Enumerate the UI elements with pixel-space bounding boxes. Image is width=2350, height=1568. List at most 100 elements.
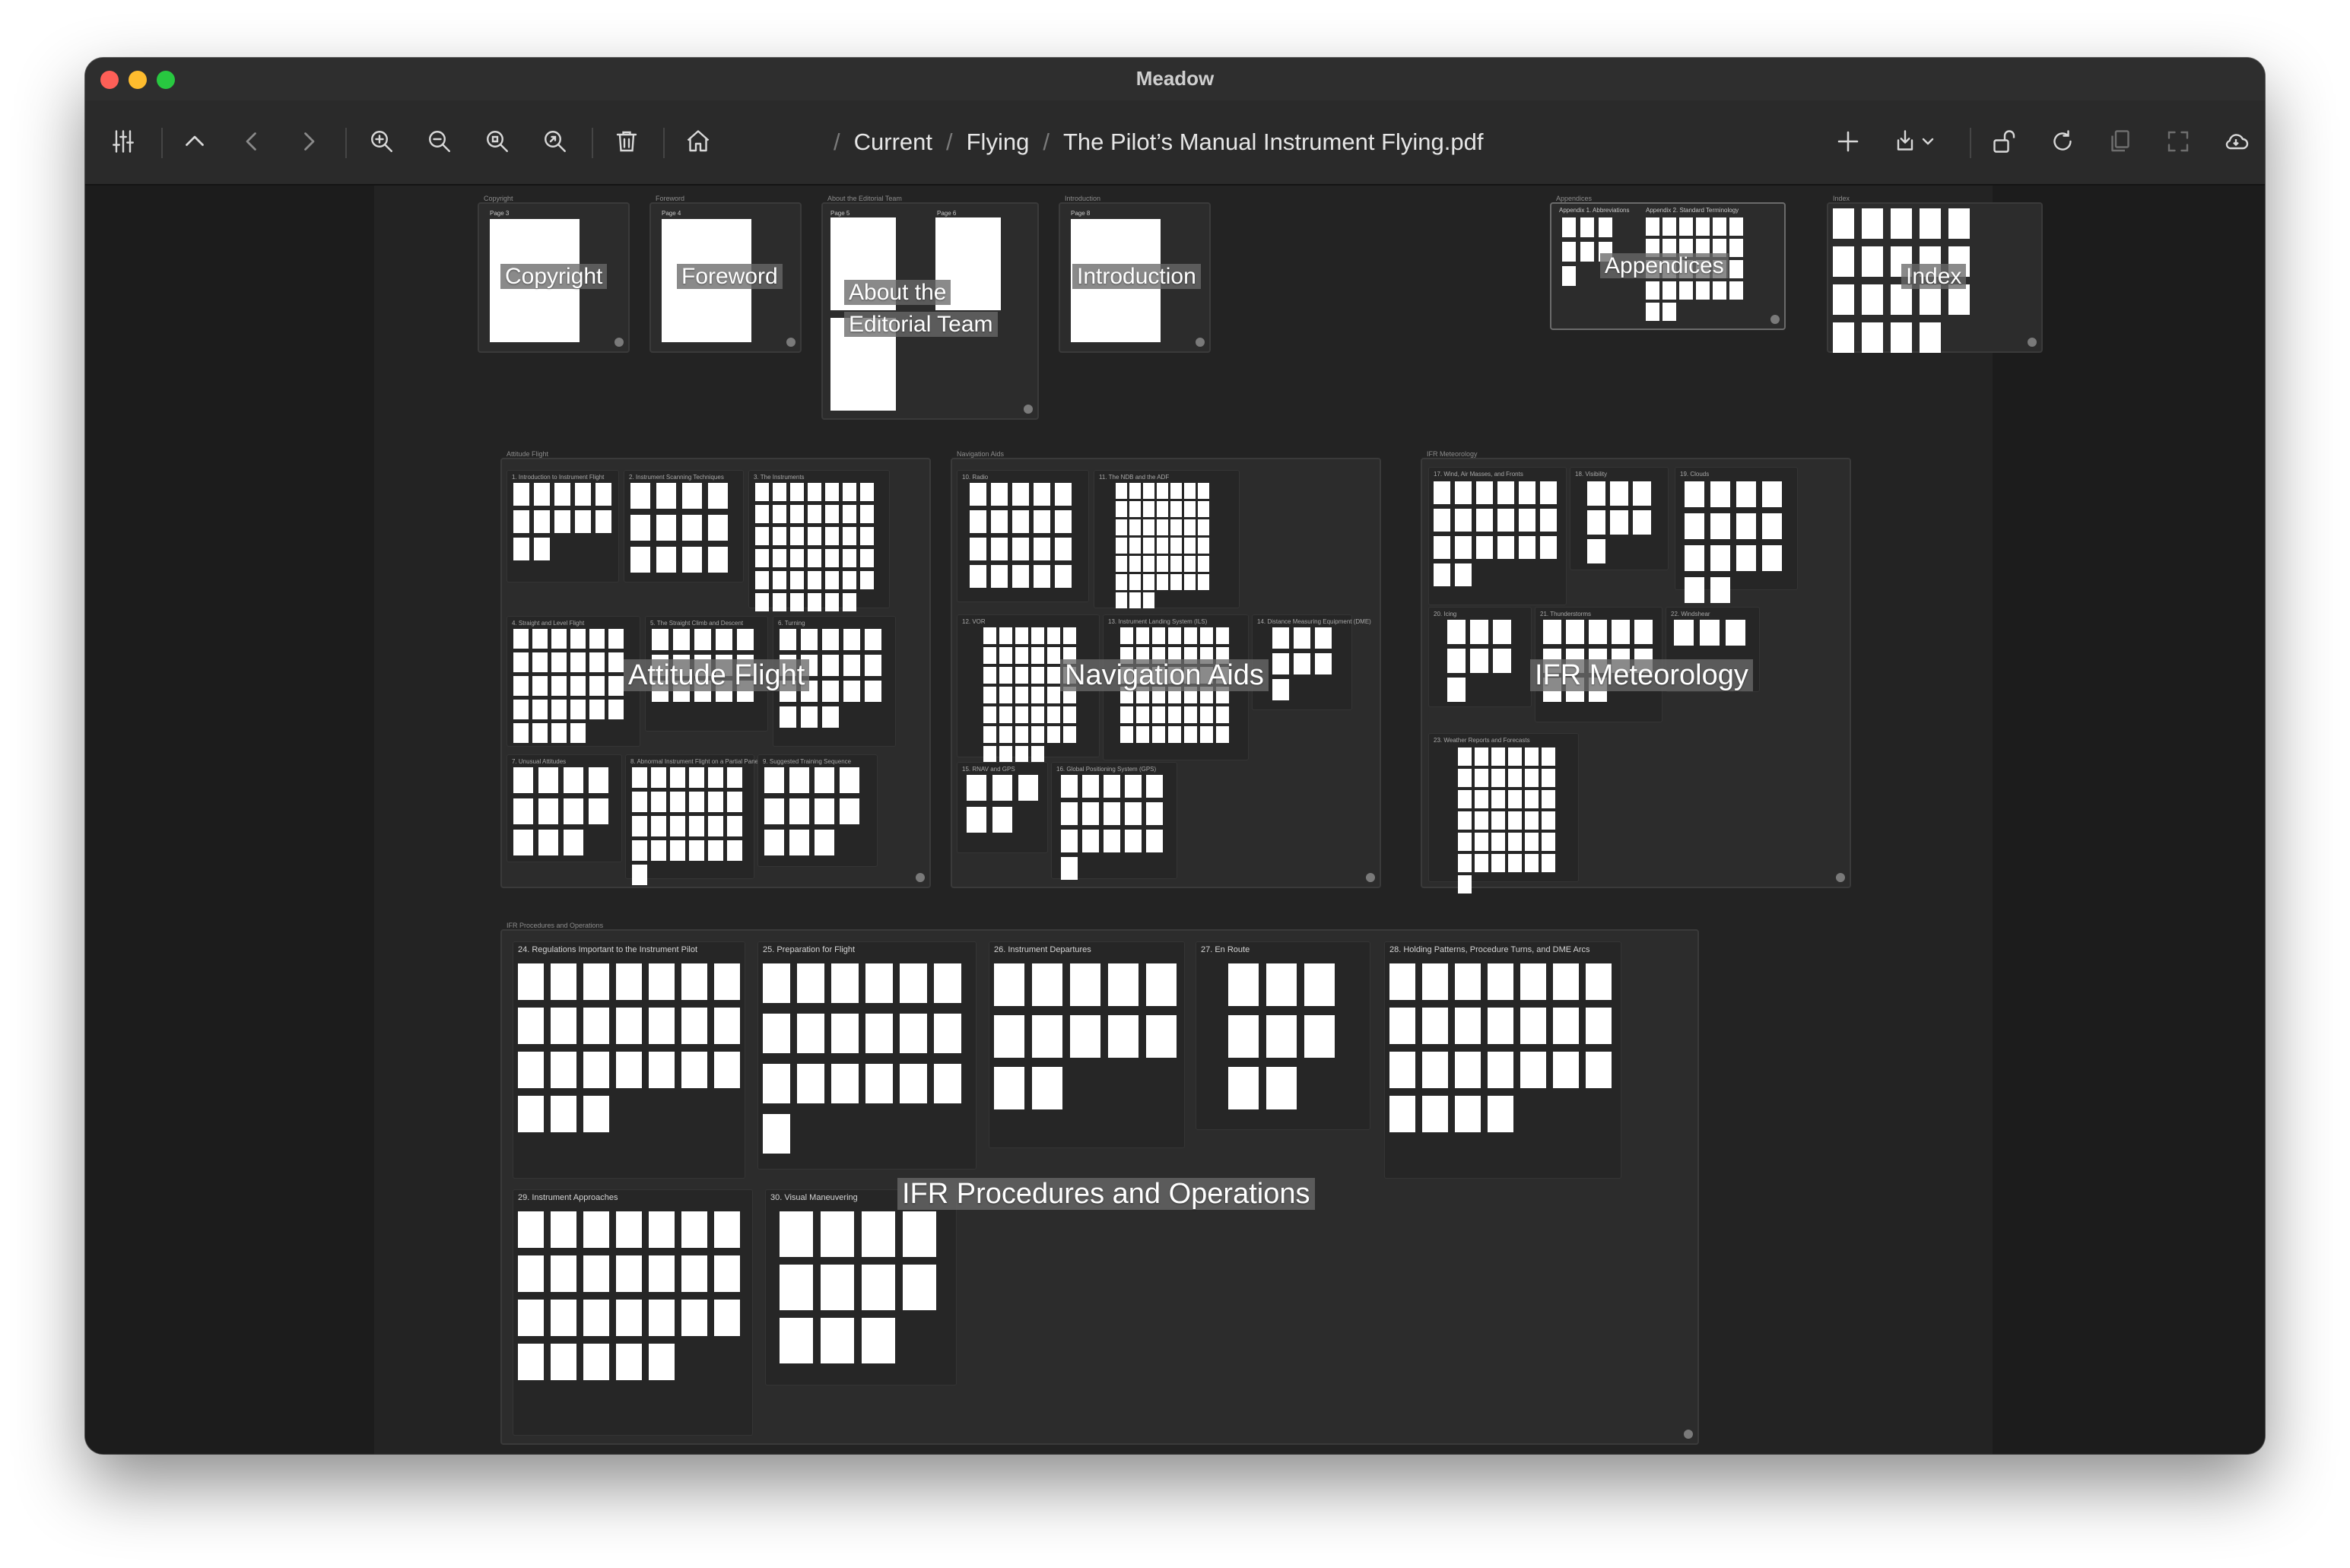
page-thumbnail[interactable] [1434, 563, 1450, 586]
page-thumbnail[interactable] [652, 629, 668, 650]
page-thumbnail[interactable] [1294, 653, 1310, 674]
page-thumbnail[interactable] [616, 1255, 642, 1292]
page-thumbnail[interactable] [1082, 830, 1099, 852]
page-thumbnail[interactable] [570, 723, 586, 743]
page-thumbnail[interactable] [970, 538, 986, 560]
page-thumbnail[interactable] [532, 629, 548, 649]
page-thumbnail[interactable] [1762, 545, 1782, 571]
page-thumbnail[interactable] [649, 1255, 675, 1292]
plus-icon[interactable] [1828, 122, 1868, 161]
page-thumbnail[interactable] [1508, 769, 1522, 787]
page-thumbnail[interactable] [1168, 627, 1181, 644]
resize-handle[interactable] [2028, 338, 2037, 347]
page-thumbnail[interactable] [755, 505, 769, 523]
page-thumbnail[interactable] [1422, 1052, 1448, 1088]
page-thumbnail[interactable] [513, 830, 533, 855]
page-thumbnail[interactable] [1488, 1052, 1513, 1088]
page-thumbnail[interactable] [589, 652, 605, 672]
page-thumbnail[interactable] [1729, 239, 1743, 257]
page-thumbnail[interactable] [1157, 556, 1168, 572]
page-thumbnail[interactable] [1143, 538, 1154, 554]
page-thumbnail[interactable] [1833, 284, 1854, 315]
page-thumbnail[interactable] [551, 1211, 576, 1248]
chapter-18[interactable]: 18. Visibility [1570, 467, 1669, 570]
page-thumbnail[interactable] [860, 571, 874, 589]
page-thumbnail[interactable] [681, 1052, 707, 1088]
page-thumbnail[interactable] [1266, 1015, 1297, 1058]
page-thumbnail[interactable] [1542, 769, 1555, 787]
page-thumbnail[interactable] [1272, 679, 1289, 700]
page-thumbnail[interactable] [651, 840, 666, 861]
page-thumbnail[interactable] [790, 593, 804, 611]
page-thumbnail[interactable] [630, 515, 650, 541]
page-thumbnail[interactable] [1736, 513, 1756, 539]
page-thumbnail[interactable] [1710, 545, 1730, 571]
page-thumbnail[interactable] [551, 629, 567, 649]
page-thumbnail[interactable] [1015, 647, 1028, 664]
page-thumbnail[interactable] [1710, 481, 1730, 507]
section-ifr-procedures[interactable]: IFR Procedures and Operations 24. Regula… [500, 922, 1699, 1445]
page-thumbnail[interactable] [1587, 510, 1605, 535]
page-thumbnail[interactable] [1633, 481, 1651, 506]
page-thumbnail[interactable] [1525, 747, 1539, 766]
page-thumbnail[interactable] [551, 700, 567, 719]
page-thumbnail[interactable] [994, 1015, 1024, 1058]
page-thumbnail[interactable] [1475, 811, 1488, 830]
page-thumbnail[interactable] [1447, 620, 1466, 644]
page-thumbnail[interactable] [991, 483, 1008, 506]
page-thumbnail[interactable] [551, 676, 567, 696]
section-appendices[interactable]: Appendices Appendix 1. Abbreviations App… [1550, 195, 1786, 330]
page-thumbnail[interactable] [532, 652, 548, 672]
page-thumbnail[interactable] [1470, 620, 1488, 644]
page-thumbnail[interactable] [1120, 627, 1133, 644]
page-thumbnail[interactable] [1696, 217, 1710, 236]
resize-handle[interactable] [1770, 315, 1780, 324]
page-thumbnail[interactable] [1129, 538, 1141, 554]
page-thumbnail[interactable] [1491, 811, 1505, 830]
page-thumbnail[interactable] [1034, 510, 1050, 533]
page-thumbnail[interactable] [1729, 217, 1743, 236]
chapter-30[interactable]: 30. Visual Maneuvering [765, 1189, 957, 1385]
page-thumbnail[interactable] [1047, 687, 1060, 703]
page-thumbnail[interactable] [780, 706, 796, 728]
page-thumbnail[interactable] [1125, 802, 1142, 825]
chapter-16[interactable]: 16. Global Positioning System (GPS) [1051, 762, 1177, 880]
page-thumbnail[interactable] [1542, 854, 1555, 872]
page-thumbnail[interactable] [1157, 483, 1168, 499]
page-thumbnail[interactable] [789, 798, 809, 824]
page-thumbnail[interactable] [727, 840, 742, 861]
page-thumbnail[interactable] [821, 1265, 854, 1310]
page-thumbnail[interactable] [554, 483, 570, 506]
chapter-29[interactable]: 29. Instrument Approaches [513, 1189, 753, 1436]
page-thumbnail[interactable] [632, 865, 647, 885]
page-thumbnail[interactable] [1104, 775, 1120, 798]
page-thumbnail[interactable] [790, 527, 804, 545]
page-thumbnail[interactable] [513, 652, 529, 672]
page-thumbnail[interactable] [991, 538, 1008, 560]
chapter-2[interactable]: 2. Instrument Scanning Techniques [624, 470, 744, 582]
page-thumbnail[interactable] [1525, 769, 1539, 787]
page-thumbnail[interactable] [1198, 483, 1209, 499]
page-thumbnail[interactable] [815, 798, 834, 824]
page-thumbnail[interactable] [1434, 481, 1450, 504]
section-index[interactable]: Index Index [1827, 195, 2043, 353]
page-thumbnail[interactable] [1497, 536, 1514, 559]
page-thumbnail[interactable] [1508, 790, 1522, 808]
page-thumbnail[interactable] [551, 1096, 576, 1132]
page-thumbnail[interactable] [1200, 706, 1213, 723]
page-thumbnail[interactable] [1458, 875, 1472, 894]
page-thumbnail[interactable] [1475, 854, 1488, 872]
page-thumbnail[interactable] [682, 483, 702, 509]
page-thumbnail[interactable] [1146, 775, 1163, 798]
page-thumbnail[interactable] [708, 767, 723, 788]
page-thumbnail[interactable] [1012, 565, 1029, 588]
page-thumbnail[interactable] [551, 723, 567, 743]
page-thumbnail[interactable] [1047, 706, 1060, 723]
page-thumbnail[interactable] [1488, 1008, 1513, 1044]
page-thumbnail[interactable] [843, 571, 856, 589]
page-thumbnail[interactable] [1729, 260, 1743, 278]
page-thumbnail[interactable] [616, 1008, 642, 1044]
resize-handle[interactable] [786, 338, 796, 347]
page-thumbnail[interactable] [1015, 746, 1028, 763]
page-thumbnail[interactable] [1129, 574, 1141, 590]
